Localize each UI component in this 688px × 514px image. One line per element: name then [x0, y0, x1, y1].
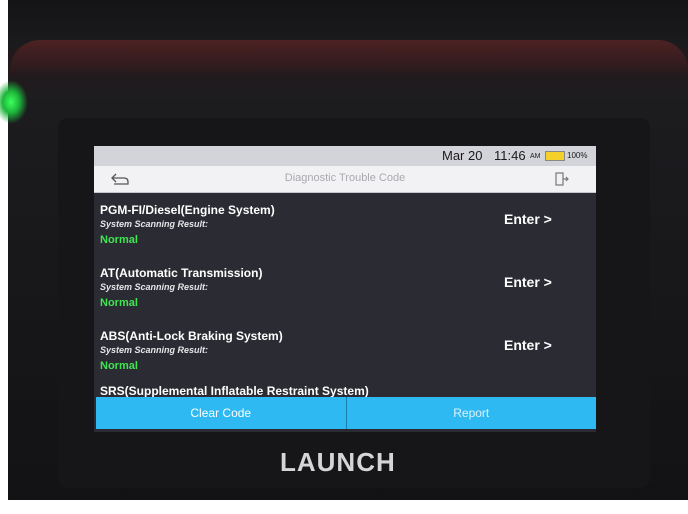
status-ampm: AM — [530, 153, 541, 160]
system-list-item: PGM-FI/Diesel(Engine System) System Scan… — [94, 193, 596, 257]
exit-button[interactable] — [554, 171, 570, 187]
power-led-icon — [0, 80, 28, 124]
title-bar: Diagnostic Trouble Code — [94, 166, 596, 193]
battery-percent: 100% — [567, 151, 588, 160]
clear-code-button[interactable]: Clear Code — [96, 397, 347, 429]
scan-result-status: Normal — [100, 297, 138, 309]
system-name: PGM-FI/Diesel(Engine System) — [100, 203, 275, 217]
system-name: ABS(Anti-Lock Braking System) — [100, 329, 283, 343]
system-name: AT(Automatic Transmission) — [100, 266, 263, 280]
system-list-item: SRS(Supplemental Inflatable Restraint Sy… — [94, 382, 596, 398]
exit-icon — [555, 172, 569, 186]
report-button[interactable]: Report — [347, 397, 597, 429]
system-name: SRS(Supplemental Inflatable Restraint Sy… — [100, 384, 369, 398]
system-list: PGM-FI/Diesel(Engine System) System Scan… — [94, 193, 596, 398]
page-title: Diagnostic Trouble Code — [284, 172, 406, 184]
status-bar: Mar 20 11:46 AM 100% — [94, 146, 596, 166]
system-list-item: ABS(Anti-Lock Braking System) System Sca… — [94, 319, 596, 383]
system-list-item: AT(Automatic Transmission) System Scanni… — [94, 256, 596, 320]
enter-button[interactable]: Enter > — [504, 274, 552, 290]
status-date: Mar 20 — [442, 148, 483, 163]
device-screen: Mar 20 11:46 AM 100% Diagnostic Trouble … — [94, 146, 596, 432]
enter-button[interactable]: Enter > — [504, 337, 552, 353]
battery-icon — [545, 151, 565, 161]
photo-edge-bottom — [0, 500, 688, 514]
scan-result-label: System Scanning Result: — [100, 345, 209, 355]
scan-result-status: Normal — [100, 360, 138, 372]
action-bar: Clear Code Report — [96, 397, 596, 429]
scan-result-status: Normal — [100, 234, 138, 246]
status-time: 11:46 — [494, 148, 526, 163]
brand-logo: LAUNCH — [280, 447, 396, 477]
scan-result-label: System Scanning Result: — [100, 282, 209, 292]
scan-result-label: System Scanning Result: — [100, 219, 209, 229]
photo-edge-left — [0, 0, 8, 514]
enter-button[interactable]: Enter > — [504, 211, 552, 227]
